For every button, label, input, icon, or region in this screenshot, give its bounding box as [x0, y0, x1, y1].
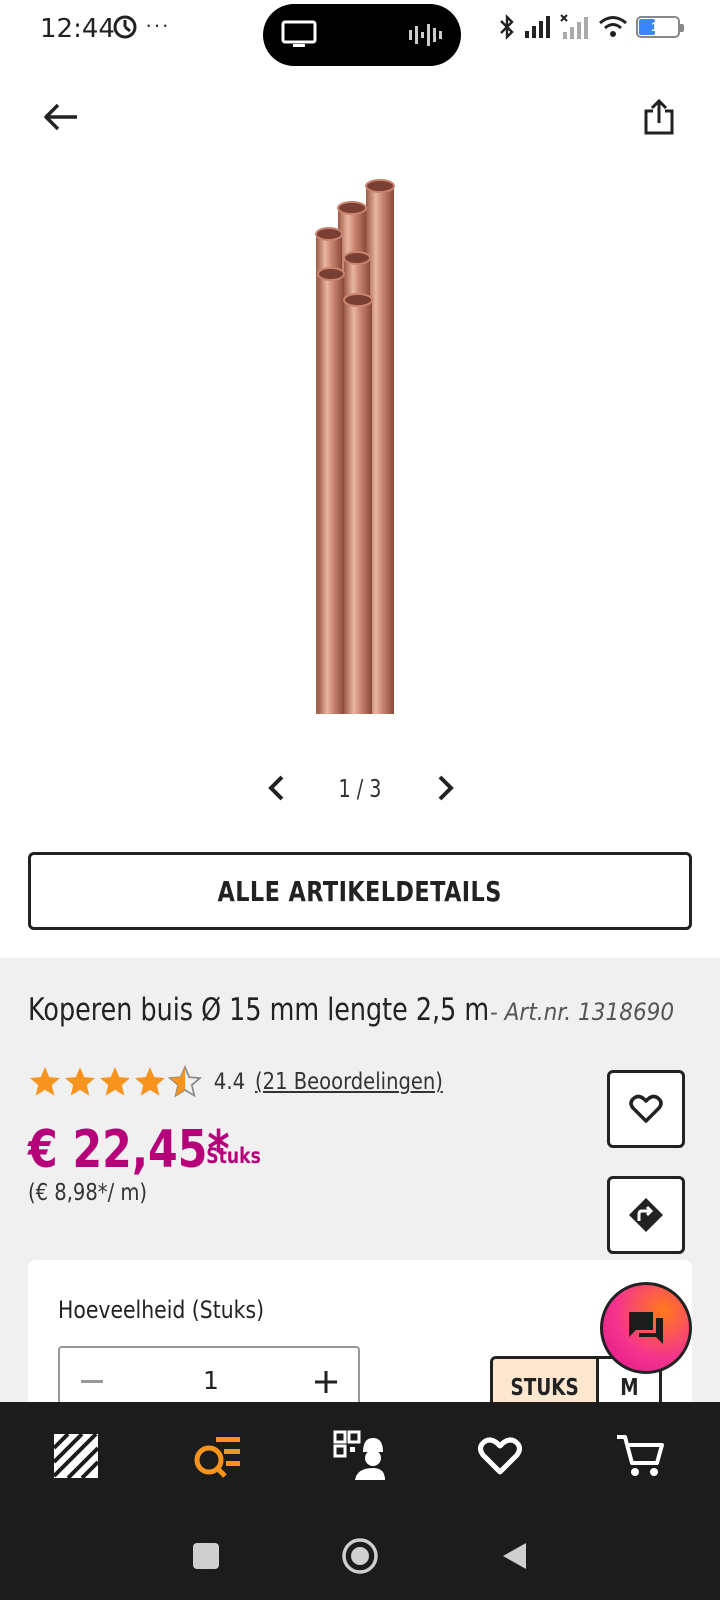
add-to-favorites-button[interactable] [607, 1070, 685, 1148]
signal-no-sim-icon [560, 14, 588, 39]
quantity-card: Hoeveelheid (Stuks) 1 STUKS M [28, 1260, 692, 1420]
cart-icon [617, 1435, 664, 1476]
home-logo-icon [52, 1432, 100, 1480]
star-full-icon [29, 1067, 61, 1096]
rating-row: 4.4 (21 Beoordelingen) [28, 1062, 476, 1102]
nav-search[interactable] [188, 1426, 248, 1486]
rating-stars [28, 1065, 202, 1099]
status-time: 12:44 [40, 14, 115, 44]
arrow-left-icon [44, 103, 77, 131]
cast-screen-icon [281, 20, 317, 47]
product-image[interactable] [300, 176, 410, 716]
image-counter: 1 / 3 [338, 774, 382, 803]
heart-icon [629, 1094, 663, 1123]
share-icon [644, 99, 674, 135]
status-icons: 11 [498, 12, 684, 42]
star-full-icon [134, 1067, 166, 1096]
nav-scan[interactable] [330, 1426, 390, 1486]
directions-icon [629, 1198, 663, 1232]
recent-apps-button[interactable] [184, 1534, 228, 1578]
audio-bars-icon [409, 24, 442, 46]
quantity-label: Hoeveelheid (Stuks) [58, 1296, 265, 1324]
camera-island [263, 4, 461, 66]
search-list-icon [194, 1437, 240, 1478]
nav-cart[interactable] [610, 1426, 670, 1486]
star-full-icon [99, 1067, 131, 1096]
chevron-right-icon [438, 775, 454, 801]
price-row: € 22,45* / Stuks [28, 1120, 274, 1180]
decrease-quantity-button[interactable] [74, 1364, 110, 1400]
system-back-button[interactable] [492, 1534, 536, 1578]
home-button[interactable] [338, 1534, 382, 1578]
price-unit: / Stuks [194, 1144, 261, 1168]
product-title: Koperen buis Ø 15 mm lengte 2,5 m [28, 992, 490, 1028]
reviews-link[interactable]: (21 Beoordelingen) [255, 1069, 443, 1095]
product-title-row: Koperen buis Ø 15 mm lengte 2,5 m - Art.… [28, 992, 708, 1028]
signal-icon [525, 16, 550, 38]
share-button[interactable] [634, 92, 684, 142]
wifi-icon [599, 16, 627, 37]
triangle-back-icon [503, 1543, 526, 1569]
bluetooth-icon [500, 14, 514, 40]
article-number: - Art.nr. 1318690 [490, 998, 675, 1026]
all-details-label: ALLE ARTIKELDETAILS [217, 874, 503, 908]
plus-icon [315, 1371, 337, 1393]
chat-icon [629, 1312, 663, 1344]
status-more-dots: ··· [145, 12, 170, 37]
chevron-left-icon [268, 775, 284, 801]
square-icon [193, 1543, 219, 1569]
quantity-input[interactable]: 1 [180, 1366, 242, 1395]
bottom-navigation [0, 1402, 720, 1512]
scan-advisor-icon [333, 1430, 385, 1480]
battery-icon: 11 [636, 16, 684, 38]
battery-level: 11 [651, 19, 665, 34]
sync-icon [113, 15, 137, 39]
back-button[interactable] [36, 92, 86, 142]
all-details-button[interactable]: ALLE ARTIKELDETAILS [28, 852, 692, 930]
star-full-icon [64, 1067, 96, 1096]
favorites-icon [478, 1437, 522, 1475]
nav-home[interactable] [46, 1426, 106, 1486]
route-to-store-button[interactable] [607, 1176, 685, 1254]
minus-icon [81, 1380, 103, 1383]
status-bar: 12:44 ··· 11 [0, 0, 720, 66]
next-image-button[interactable] [431, 772, 461, 804]
circle-home-icon [342, 1538, 378, 1574]
rating-value: 4.4 [213, 1069, 246, 1095]
star-half-icon [168, 1065, 202, 1098]
nav-favorites[interactable] [470, 1426, 530, 1486]
image-pager: 1 / 3 [255, 768, 465, 808]
increase-quantity-button[interactable] [308, 1364, 344, 1400]
previous-image-button[interactable] [261, 772, 291, 804]
system-navigation [0, 1512, 720, 1600]
price-per-meter: (€ 8,98*/ m) [28, 1180, 148, 1206]
chat-button[interactable] [600, 1282, 692, 1374]
